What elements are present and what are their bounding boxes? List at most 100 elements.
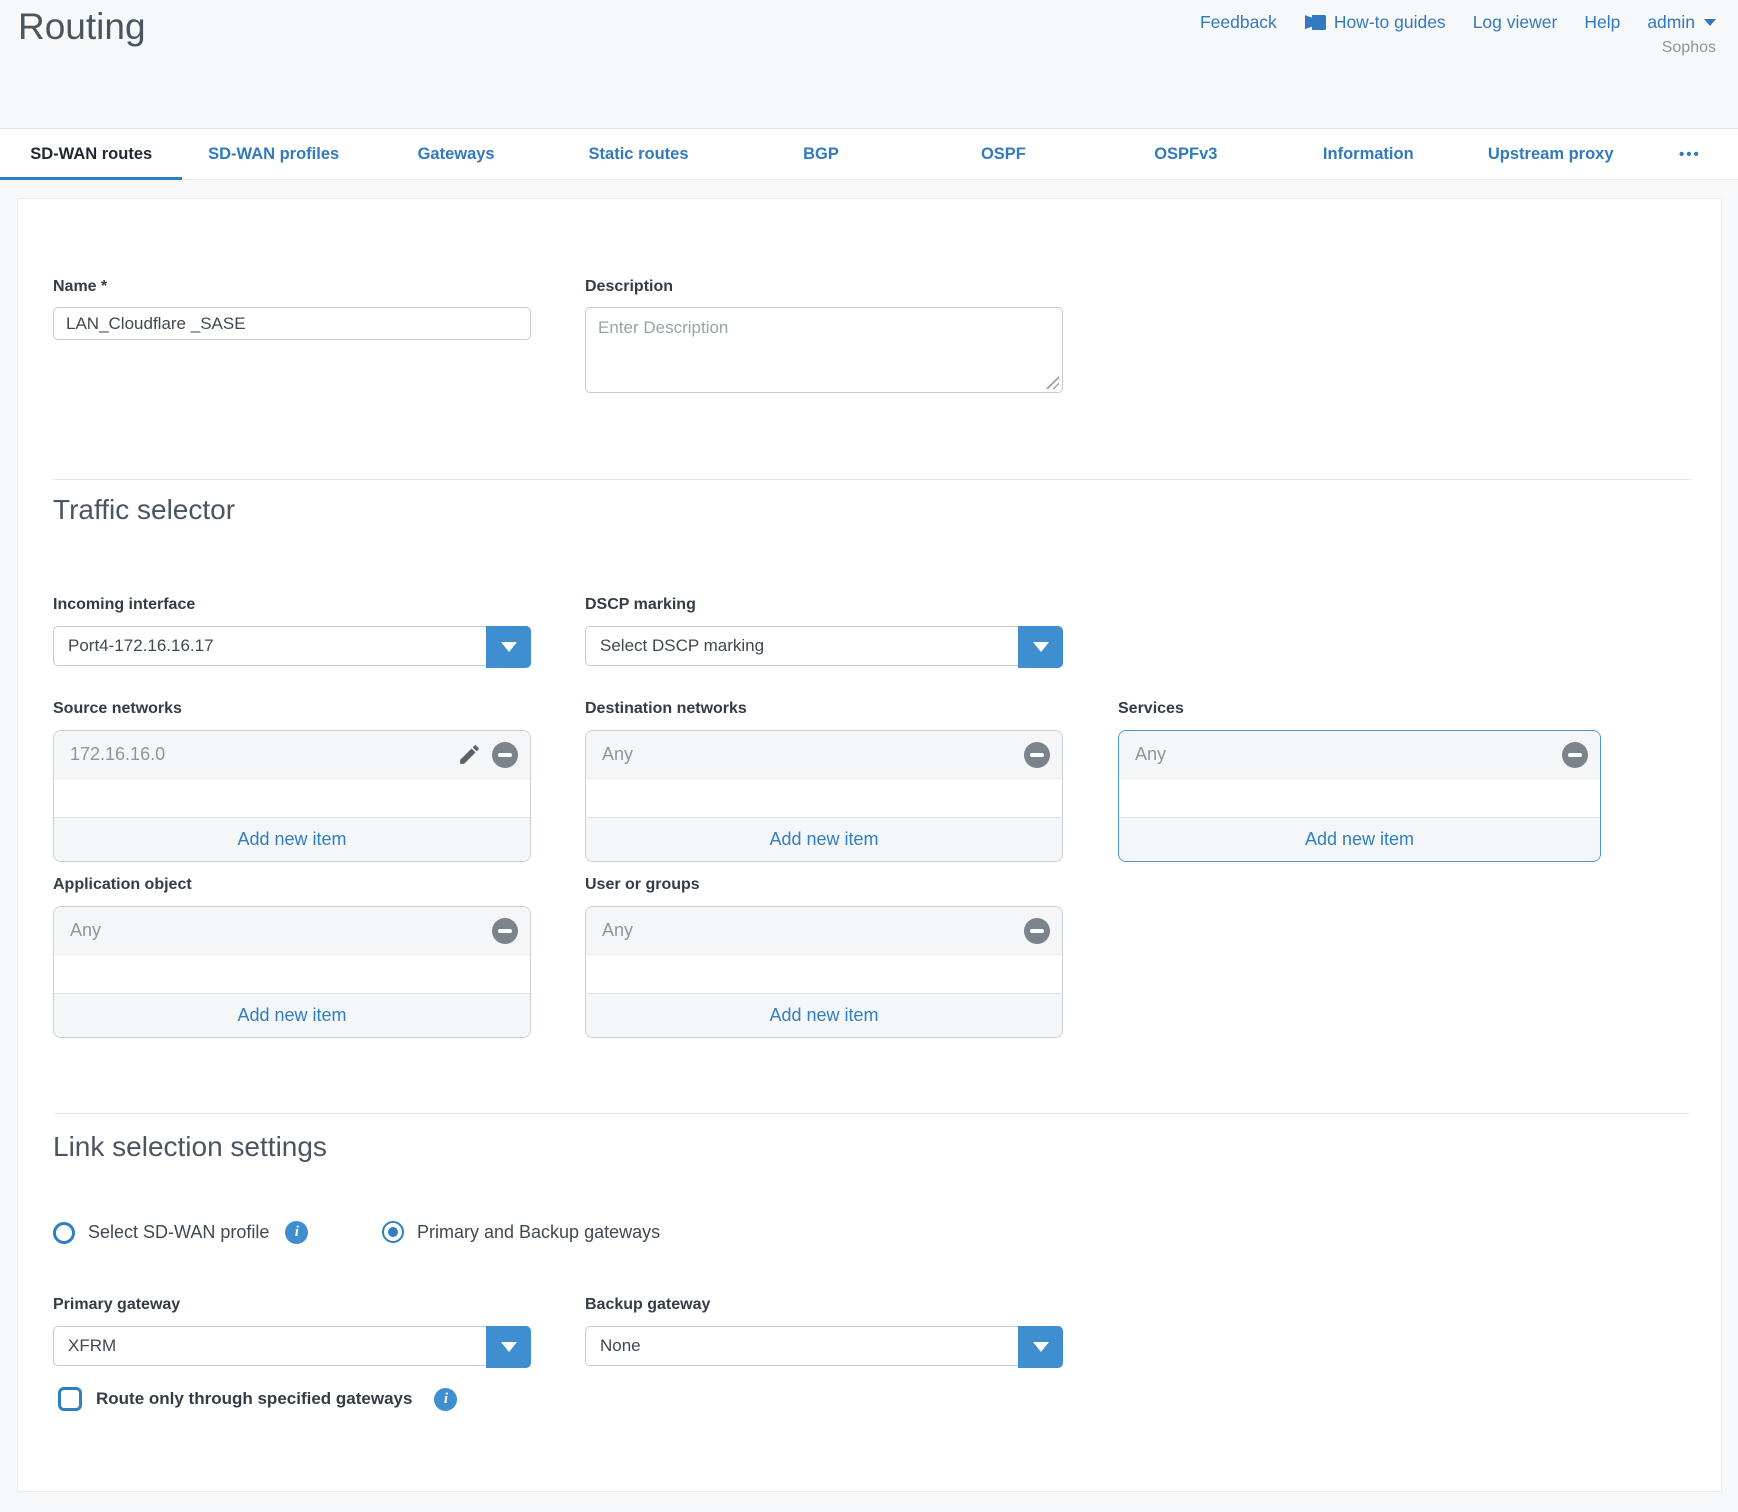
triangle-down-icon (501, 1342, 517, 1352)
required-asterisk: * (101, 278, 107, 295)
list-item: Any (586, 731, 1062, 779)
services-box: Any Add new item (1118, 730, 1601, 862)
routing-tabbar: SD-WAN routes SD-WAN profiles Gateways S… (0, 128, 1738, 180)
select-sd-wan-profile-label: Select SD-WAN profile (88, 1222, 269, 1243)
list-item-text: Any (70, 920, 101, 941)
tab-upstream-proxy[interactable]: Upstream proxy (1460, 129, 1642, 179)
feedback-link[interactable]: Feedback (1200, 12, 1277, 33)
edit-pencil-icon[interactable] (457, 742, 482, 767)
list-item-text: Any (1135, 744, 1166, 765)
destination-networks-label: Destination networks (585, 700, 747, 718)
info-icon[interactable]: i (434, 1388, 457, 1411)
chevron-down-icon (1704, 19, 1716, 26)
dscp-marking-label: DSCP marking (585, 596, 696, 614)
dropdown-arrow-button[interactable] (1018, 626, 1063, 668)
primary-gateway-select[interactable]: XFRM (53, 1326, 531, 1366)
traffic-selector-heading: Traffic selector (53, 494, 235, 526)
video-camera-icon (1304, 14, 1327, 31)
add-new-item-button[interactable]: Add new item (54, 993, 530, 1037)
remove-item-icon[interactable] (1024, 918, 1050, 944)
page-title: Routing (18, 6, 146, 48)
dropdown-arrow-button[interactable] (486, 626, 531, 668)
primary-backup-gateways-radio[interactable] (382, 1221, 404, 1243)
source-networks-box: 172.16.16.0 Add new item (53, 730, 531, 862)
list-item: Any (1119, 731, 1600, 779)
admin-user-label: admin (1647, 12, 1695, 33)
admin-user-menu[interactable]: admin (1647, 12, 1716, 33)
user-or-groups-label: User or groups (585, 876, 700, 894)
list-item-text: 172.16.16.0 (70, 744, 165, 765)
triangle-down-icon (1033, 642, 1049, 652)
services-label: Services (1118, 700, 1184, 718)
remove-item-icon[interactable] (492, 742, 518, 768)
tab-sd-wan-profiles[interactable]: SD-WAN profiles (182, 129, 364, 179)
add-new-item-button[interactable]: Add new item (586, 817, 1062, 861)
dscp-marking-select[interactable]: Select DSCP marking (585, 626, 1063, 666)
list-item: Any (54, 907, 530, 955)
incoming-interface-label: Incoming interface (53, 596, 195, 614)
feedback-link-label: Feedback (1200, 12, 1277, 33)
routing-page: { "header": { "title": "Routing", "links… (0, 0, 1738, 1512)
link-selection-heading: Link selection settings (53, 1131, 327, 1163)
howto-guides-link[interactable]: How-to guides (1304, 12, 1446, 33)
backup-gateway-select[interactable]: None (585, 1326, 1063, 1366)
tab-gateways[interactable]: Gateways (365, 129, 547, 179)
dropdown-arrow-button[interactable] (1018, 1326, 1063, 1368)
remove-item-icon[interactable] (1562, 742, 1588, 768)
section-divider (53, 1113, 1691, 1114)
tab-static-routes[interactable]: Static routes (547, 129, 729, 179)
backup-gateway-value: None (586, 1327, 1062, 1365)
help-link-label: Help (1584, 12, 1620, 33)
add-new-item-button[interactable]: Add new item (54, 817, 530, 861)
route-only-checkbox-row: Route only through specified gateways i (58, 1387, 457, 1411)
tab-information[interactable]: Information (1277, 129, 1459, 179)
info-icon[interactable]: i (285, 1221, 308, 1244)
primary-gateway-value: XFRM (54, 1327, 530, 1365)
primary-backup-gateways-label: Primary and Backup gateways (417, 1222, 660, 1243)
howto-guides-label: How-to guides (1334, 12, 1446, 33)
sd-wan-profile-radio-row: Select SD-WAN profile i (53, 1221, 308, 1244)
application-object-label: Application object (53, 876, 192, 894)
sd-wan-route-form-card: Name * Description Traffic selector Inco… (17, 198, 1722, 1492)
primary-backup-radio-row: Primary and Backup gateways (382, 1221, 660, 1243)
incoming-interface-select[interactable]: Port4-172.16.16.17 (53, 626, 531, 666)
description-field-wrap (585, 307, 1063, 393)
select-sd-wan-profile-radio[interactable] (53, 1222, 75, 1244)
source-networks-label: Source networks (53, 700, 182, 718)
route-only-checkbox[interactable] (58, 1387, 82, 1411)
dscp-marking-value: Select DSCP marking (586, 627, 1062, 665)
name-label: Name * (53, 278, 107, 296)
application-object-box: Any Add new item (53, 906, 531, 1038)
list-item-text: Any (602, 744, 633, 765)
backup-gateway-label: Backup gateway (585, 1296, 710, 1314)
primary-gateway-label: Primary gateway (53, 1296, 180, 1314)
name-input[interactable] (53, 307, 531, 340)
brand-label: Sophos (1662, 39, 1716, 57)
tab-ospfv3[interactable]: OSPFv3 (1095, 129, 1277, 179)
add-new-item-button[interactable]: Add new item (586, 993, 1062, 1037)
header-links: Feedback How-to guides Log viewer Help a… (1200, 12, 1716, 33)
triangle-down-icon (501, 642, 517, 652)
list-item-text: Any (602, 920, 633, 941)
tab-sd-wan-routes[interactable]: SD-WAN routes (0, 129, 182, 179)
log-viewer-link[interactable]: Log viewer (1473, 12, 1558, 33)
help-link[interactable]: Help (1584, 12, 1620, 33)
tab-ospf[interactable]: OSPF (912, 129, 1094, 179)
list-item: Any (586, 907, 1062, 955)
tab-overflow-menu[interactable]: ••• (1642, 129, 1738, 179)
section-divider (53, 479, 1691, 480)
destination-networks-box: Any Add new item (585, 730, 1063, 862)
incoming-interface-value: Port4-172.16.16.17 (54, 627, 530, 665)
route-only-checkbox-label: Route only through specified gateways (96, 1389, 412, 1409)
add-new-item-button[interactable]: Add new item (1119, 817, 1600, 861)
description-label: Description (585, 278, 673, 296)
dropdown-arrow-button[interactable] (486, 1326, 531, 1368)
list-item: 172.16.16.0 (54, 731, 530, 779)
description-textarea[interactable] (585, 307, 1063, 393)
remove-item-icon[interactable] (1024, 742, 1050, 768)
user-or-groups-box: Any Add new item (585, 906, 1063, 1038)
remove-item-icon[interactable] (492, 918, 518, 944)
tab-bgp[interactable]: BGP (730, 129, 912, 179)
triangle-down-icon (1033, 1342, 1049, 1352)
log-viewer-label: Log viewer (1473, 12, 1558, 33)
